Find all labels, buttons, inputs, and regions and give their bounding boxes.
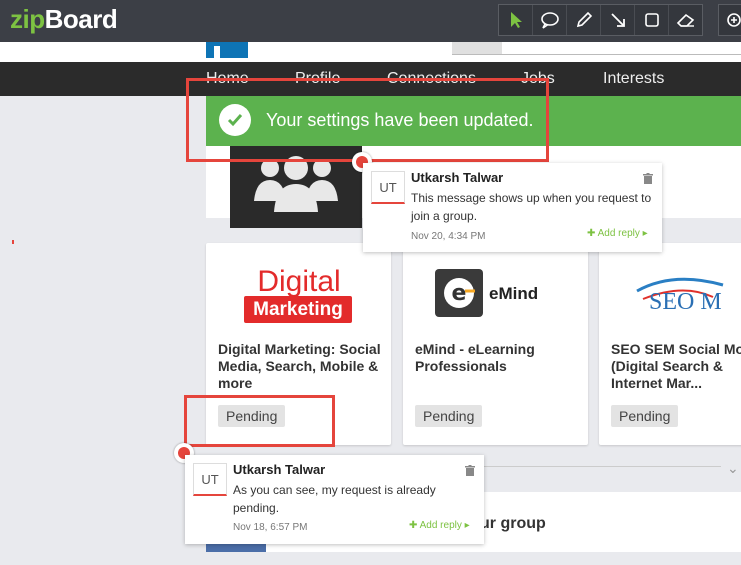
comment-date: Nov 20, 4:34 PM bbox=[411, 231, 486, 242]
zoom-in-icon[interactable] bbox=[718, 4, 741, 36]
annotation-mark bbox=[12, 240, 14, 244]
comment-text: This message shows up when you request t… bbox=[411, 191, 652, 223]
group-card-seo-sem[interactable]: SEO M SEO SEM Social Mo (Digital Search … bbox=[599, 243, 741, 445]
comment-popup: UT Utkarsh Talwar As you can see, my req… bbox=[185, 455, 484, 544]
eraser-tool-icon[interactable] bbox=[669, 5, 702, 35]
group-name[interactable]: Digital Marketing: Social Media, Search,… bbox=[218, 341, 383, 392]
search-button[interactable] bbox=[452, 42, 502, 54]
pending-badge: Pending bbox=[415, 405, 483, 427]
chevron-down-icon[interactable]: ⌄ bbox=[727, 460, 739, 477]
pending-badge: Pending bbox=[611, 405, 679, 427]
zipboard-toolbar: zipBoard bbox=[0, 0, 741, 42]
comment-tool-icon[interactable] bbox=[533, 5, 567, 35]
comment-author: Utkarsh Talwar bbox=[411, 170, 504, 185]
add-reply-button[interactable]: ✚ Add reply ▸ bbox=[409, 520, 470, 531]
trash-icon[interactable] bbox=[465, 463, 475, 476]
comment-date: Nov 18, 6:57 PM bbox=[233, 522, 308, 533]
group-name[interactable]: eMind - eLearning Professionals bbox=[415, 341, 580, 375]
avatar: UT bbox=[193, 463, 227, 496]
comment-author: Utkarsh Talwar bbox=[233, 462, 326, 477]
rectangle-tool-icon[interactable] bbox=[635, 5, 669, 35]
seo-logo-icon: SEO M bbox=[633, 271, 741, 317]
comment-text: As you can see, my request is already pe… bbox=[233, 483, 436, 515]
trash-icon[interactable] bbox=[643, 171, 653, 184]
group-card-emind[interactable]: e eMind eMind - eLearning Professionals … bbox=[403, 243, 588, 445]
arrow-tool-icon[interactable] bbox=[601, 5, 635, 35]
emind-logo-text: eMind bbox=[489, 284, 539, 303]
highlight-box-pending[interactable] bbox=[184, 395, 335, 447]
avatar: UT bbox=[371, 171, 405, 204]
pointer-tool-icon[interactable] bbox=[499, 5, 533, 35]
logo-text-digital: Digital bbox=[257, 265, 341, 298]
search-input[interactable] bbox=[452, 42, 741, 55]
highlight-box-banner[interactable] bbox=[186, 78, 549, 162]
emind-logo-icon: e bbox=[435, 269, 483, 317]
site-logo bbox=[206, 42, 248, 58]
comment-popup: UT Utkarsh Talwar This message shows up … bbox=[363, 163, 662, 252]
add-reply-button[interactable]: ✚ Add reply ▸ bbox=[587, 228, 648, 239]
svg-text:e: e bbox=[452, 281, 467, 306]
annotation-tools bbox=[498, 4, 703, 36]
section-title: ur group bbox=[480, 515, 546, 532]
nav-interests[interactable]: Interests bbox=[603, 70, 664, 88]
pencil-tool-icon[interactable] bbox=[567, 5, 601, 35]
zipboard-logo: zipBoard bbox=[10, 4, 118, 34]
group-name[interactable]: SEO SEM Social Mo (Digital Search & Inte… bbox=[611, 341, 741, 392]
logo-text-marketing: Marketing bbox=[244, 296, 352, 323]
